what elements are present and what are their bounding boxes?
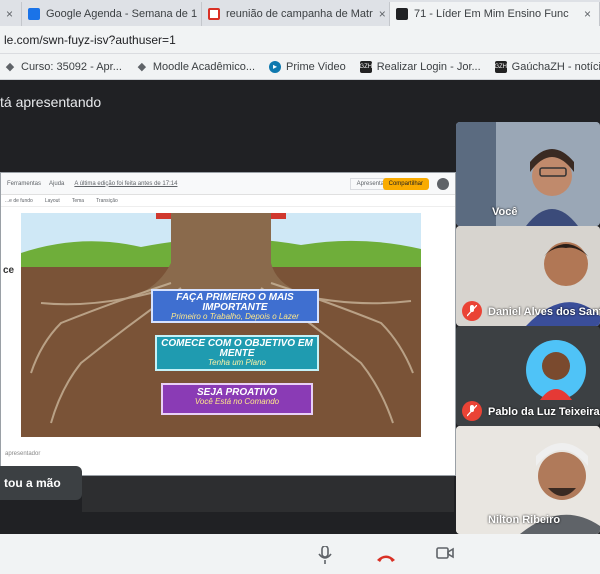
address-bar[interactable]: le.com/swn-fuyz-isv?authuser=1	[0, 26, 600, 54]
gzh-icon: GZH	[494, 60, 507, 73]
microphone-icon[interactable]	[318, 545, 332, 569]
share-button[interactable]: Compartilhar	[382, 178, 429, 190]
sign-title: COMECE COM O OBJETIVO EM MENTE	[161, 338, 313, 359]
meet-area: tá apresentando Ferramentas Ajuda A últi…	[0, 80, 600, 574]
participant-tile-nilton[interactable]: Nilton Ribeiro	[456, 426, 600, 534]
sign-subtitle: Tenha um Plano	[208, 358, 266, 367]
sign-title: FAÇA PRIMEIRO O MAIS IMPORTANTE	[176, 292, 294, 313]
gmail-icon	[208, 8, 220, 20]
presenting-label: tá apresentando	[0, 94, 102, 110]
raised-hand-notice: tou a mão	[0, 466, 82, 500]
caption-strip	[82, 476, 454, 512]
tool-transition[interactable]: Transição	[96, 198, 118, 204]
tool-background[interactable]: ...e de fundo	[5, 198, 33, 204]
url-text[interactable]: le.com/swn-fuyz-isv?authuser=1	[4, 33, 176, 47]
close-tab-icon[interactable]: ×	[584, 7, 591, 21]
sign-subtitle: Você Está no Comando	[194, 397, 280, 406]
tool-layout[interactable]: Layout	[45, 198, 60, 204]
avatar[interactable]	[437, 178, 449, 190]
sign-subtitle: Primeiro o Trabalho, Depois o Lazer	[171, 312, 299, 321]
bookmark-gauchazh[interactable]: GZH GaúchaZH - notícia...	[494, 60, 600, 73]
menu-ajuda[interactable]: Ajuda	[49, 181, 64, 187]
bookmark-realizar-login[interactable]: GZH Realizar Login - Jor...	[359, 60, 481, 73]
slide-side-text: ce	[3, 265, 15, 276]
prime-video-icon: ▸	[269, 60, 282, 73]
tool-theme[interactable]: Tema	[72, 198, 84, 204]
slides-tools-row: ...e de fundo Layout Tema Transição	[1, 195, 455, 207]
tab-partial[interactable]: ×	[0, 2, 22, 26]
bookmarks-bar: ◆ Curso: 35092 - Apr... ◆ Moodle Acadêmi…	[0, 54, 600, 80]
tab-google-agenda[interactable]: Google Agenda - Semana de 1 ×	[22, 2, 202, 26]
participant-name: Nilton Ribeiro	[488, 514, 561, 526]
sign-be-proactive: SEJA PROATIVO Você Está no Comando	[161, 383, 313, 415]
moodle-icon: ◆	[5, 61, 15, 73]
moodle-icon: ◆	[137, 61, 147, 73]
hang-up-icon[interactable]	[376, 550, 396, 568]
participant-name: Daniel Alves dos Santos	[488, 306, 600, 318]
calendar-icon	[28, 8, 40, 20]
participant-tile-self[interactable]: Você	[456, 122, 600, 226]
tab-gmail[interactable]: reunião de campanha de Matr ×	[202, 2, 390, 26]
meet-icon	[396, 8, 408, 20]
sign-first-things-first: FAÇA PRIMEIRO O MAIS IMPORTANTE Primeiro…	[151, 289, 319, 323]
tab-label: Google Agenda - Semana de 1	[46, 8, 198, 20]
bookmark-moodle[interactable]: ◆ Moodle Acadêmico...	[136, 61, 255, 74]
last-edit-text[interactable]: A última edição foi feita antes de 17:14	[74, 181, 177, 187]
sign-begin-with-end: COMECE COM O OBJETIVO EM MENTE Tenha um …	[155, 335, 319, 371]
participant-tile-pablo[interactable]: Pablo da Luz Teixeira	[456, 326, 600, 426]
self-video	[456, 122, 600, 226]
close-tab-icon[interactable]: ×	[6, 7, 13, 21]
tab-label: reunião de campanha de Matr	[226, 8, 373, 20]
slide-footer: apresentador	[5, 451, 41, 457]
bookmark-curso[interactable]: ◆ Curso: 35092 - Apr...	[4, 61, 122, 74]
tab-label: 71 - Líder Em Mim Ensino Func	[414, 8, 569, 20]
close-tab-icon[interactable]: ×	[379, 7, 386, 21]
browser-tabstrip: × Google Agenda - Semana de 1 × reunião …	[0, 0, 600, 26]
participant-name: Você	[492, 206, 518, 218]
slides-toolbar: Ferramentas Ajuda A última edição foi fe…	[1, 173, 455, 195]
participant-name: Pablo da Luz Teixeira	[488, 406, 600, 418]
bookmark-prime-video[interactable]: ▸ Prime Video	[269, 60, 346, 73]
menu-ferramentas[interactable]: Ferramentas	[7, 181, 41, 187]
participant-tile-daniel[interactable]: Daniel Alves dos Santos	[456, 226, 600, 326]
slide-canvas: FAÇA PRIMEIRO O MAIS IMPORTANTE Primeiro…	[21, 213, 421, 437]
mic-off-icon	[462, 301, 482, 321]
tab-meet[interactable]: 71 - Líder Em Mim Ensino Func ×	[390, 2, 600, 26]
mic-off-icon	[462, 401, 482, 421]
screen: × Google Agenda - Semana de 1 × reunião …	[0, 0, 600, 574]
gzh-icon: GZH	[359, 60, 372, 73]
camera-icon[interactable]	[436, 546, 454, 565]
meet-controls-bar	[0, 534, 600, 574]
shared-screen: Ferramentas Ajuda A última edição foi fe…	[0, 172, 456, 476]
